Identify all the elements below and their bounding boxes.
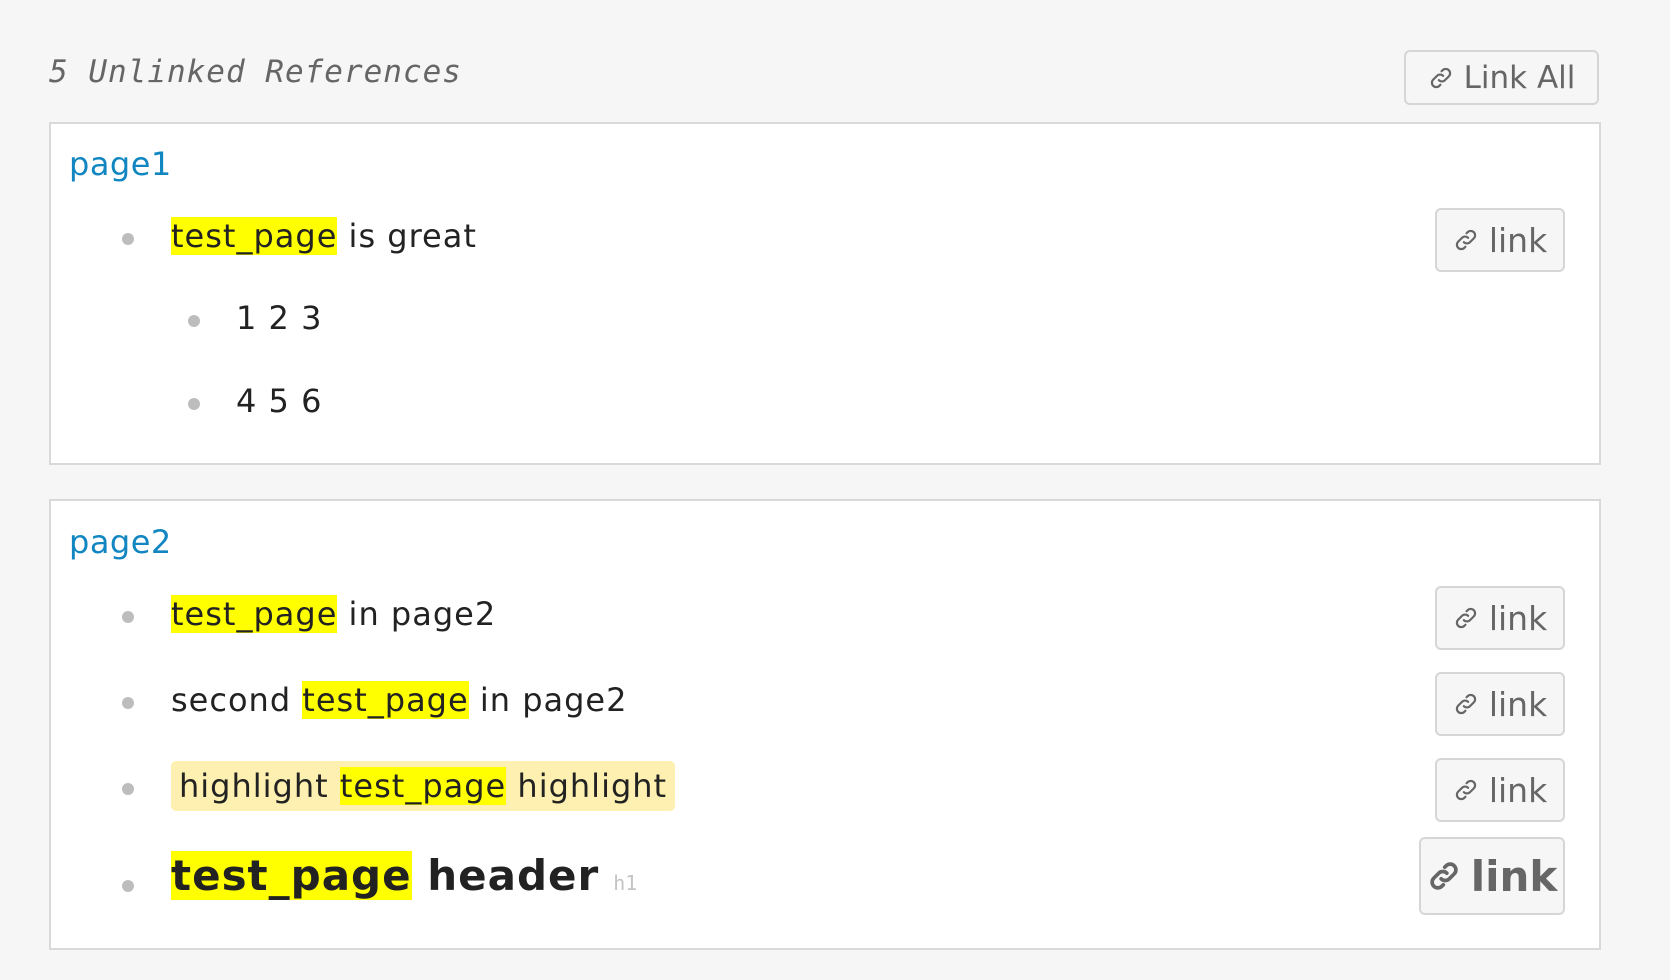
link-button-label: link [1488,220,1548,260]
link-button[interactable]: link [1419,837,1565,915]
bullet[interactable] [122,880,134,892]
link-icon [1428,65,1454,91]
link-button-label: link [1488,684,1548,724]
block-row: test_page is great link [51,208,1599,272]
page-link-page1[interactable]: page1 [69,145,172,183]
highlighted-term: test_page [339,767,507,805]
link-button[interactable]: link [1435,208,1565,272]
block-heading[interactable]: test_page header h1 [171,851,637,900]
bullet[interactable] [122,783,134,795]
bullet[interactable] [122,233,134,245]
highlighted-term: test_page [171,851,412,900]
link-button-label: link [1488,598,1548,638]
block-row: second test_page in page2 link [51,672,1599,736]
block-text-rest: in page2 [337,595,497,633]
bullet[interactable] [188,315,200,327]
block-text-start: highlight [179,767,340,805]
block-text[interactable]: test_page is great [171,217,477,255]
link-icon [1453,227,1479,253]
link-icon [1453,605,1479,631]
link-button-label: link [1488,770,1548,810]
block-text-rest: header [411,851,600,900]
bullet[interactable] [122,697,134,709]
unlinked-references-title: 5 Unlinked References [49,54,462,90]
block-text-rest: in page2 [468,681,628,719]
link-all-label: Link All [1463,59,1576,96]
reference-card-page2: page2 test_page in page2 link second tes… [49,499,1601,950]
block-text-rest: highlight [506,767,668,805]
link-button[interactable]: link [1435,758,1565,822]
highlighted-block: highlight test_page highlight [171,761,676,811]
link-icon [1453,777,1479,803]
block-text[interactable]: highlight test_page highlight [171,761,676,811]
block-row-child: 4 5 6 [51,374,1599,434]
block-text[interactable]: 1 2 3 [236,299,322,337]
highlighted-term: test_page [171,217,338,255]
unlinked-references-header: 5 Unlinked References Link All [49,40,1599,106]
link-all-button[interactable]: Link All [1404,50,1599,105]
link-button[interactable]: link [1435,672,1565,736]
block-row-child: 1 2 3 [51,291,1599,351]
heading-level-tag: h1 [613,871,638,895]
link-icon [1453,691,1479,717]
bullet[interactable] [188,398,200,410]
link-button[interactable]: link [1435,586,1565,650]
block-text[interactable]: second test_page in page2 [171,681,627,719]
block-text[interactable]: 4 5 6 [236,382,322,420]
highlighted-term: test_page [302,681,469,719]
highlighted-term: test_page [171,595,338,633]
block-text[interactable]: test_page in page2 [171,595,496,633]
block-row-header: test_page header h1 link [51,837,1599,921]
block-text-start: second [171,681,303,719]
page-link-page2[interactable]: page2 [69,523,172,561]
link-button-label: link [1470,851,1558,901]
bullet[interactable] [122,611,134,623]
reference-card-page1: page1 test_page is great link 1 2 3 4 5 … [49,122,1601,465]
block-row: highlight test_page highlight link [51,758,1599,822]
link-icon [1427,859,1461,893]
block-text-rest: is great [337,217,477,255]
block-row: test_page in page2 link [51,586,1599,650]
